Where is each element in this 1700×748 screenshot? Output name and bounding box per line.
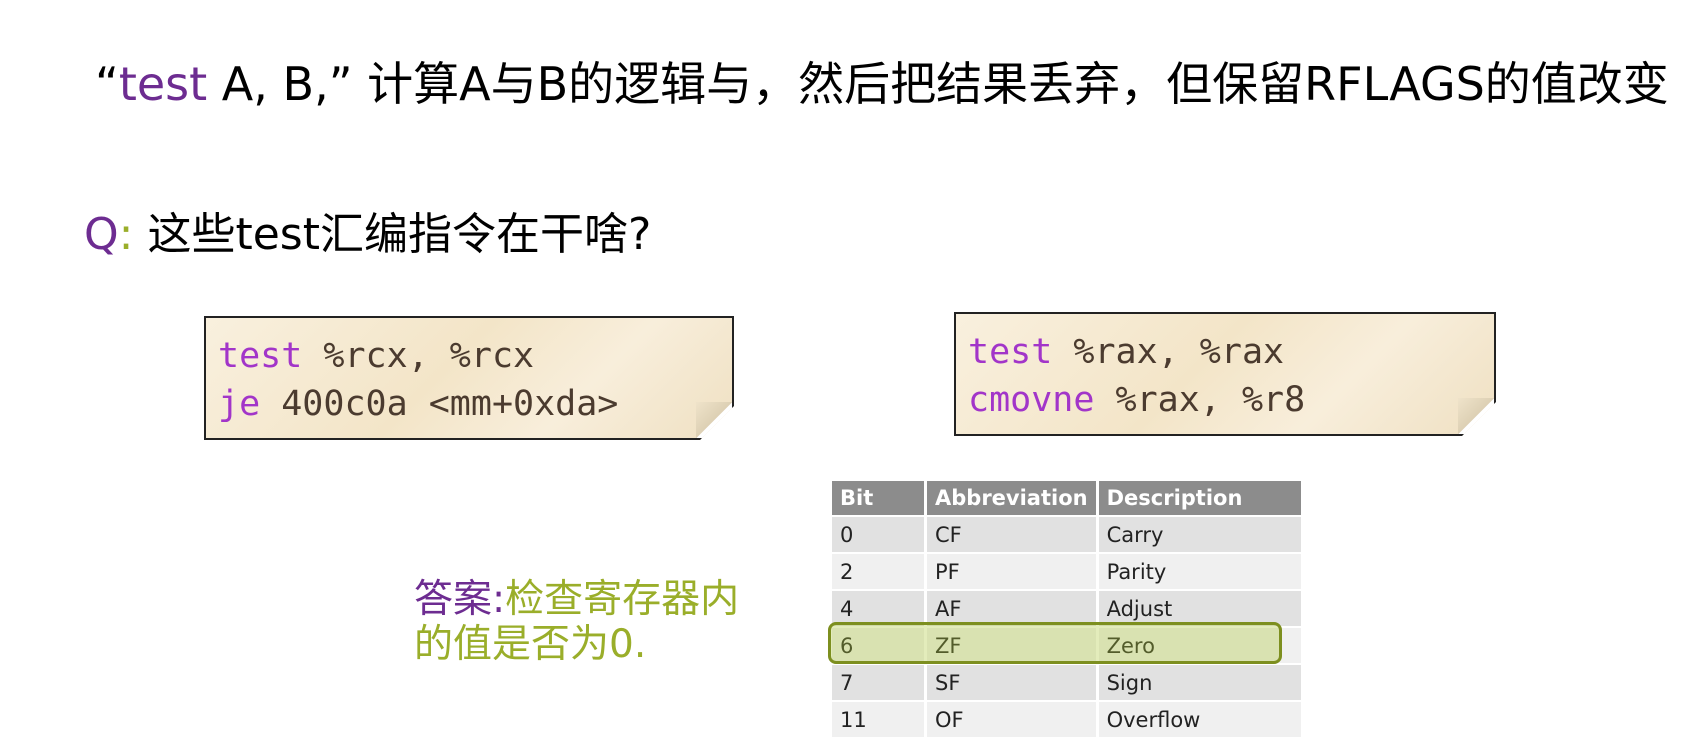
answer: 答案:检查寄存器内 的值是否为0. bbox=[414, 577, 739, 667]
cell-description: Sign bbox=[1097, 663, 1304, 701]
table-row: 11 OF Overflow bbox=[832, 700, 1304, 737]
table-row: 7 SF Sign bbox=[832, 663, 1304, 701]
code-line: je 400c0a <mm+0xda> bbox=[218, 380, 720, 428]
code-args: 400c0a <mm+0xda> bbox=[260, 384, 619, 424]
table-row: 0 CF Carry bbox=[832, 515, 1304, 553]
answer-text-1: 检查寄存器内 bbox=[505, 577, 740, 622]
cell-abbreviation: PF bbox=[925, 552, 1099, 590]
rflags-table: Bit Abbreviation Description 0 CF Carry … bbox=[832, 481, 1304, 737]
code-note-left: test %rcx, %rcx je 400c0a <mm+0xda> bbox=[204, 316, 734, 440]
cell-bit: 2 bbox=[832, 552, 927, 590]
title-open-quote: “ bbox=[95, 57, 119, 111]
page-curl-icon bbox=[696, 402, 732, 438]
cell-bit: 0 bbox=[832, 515, 927, 553]
cell-bit: 7 bbox=[832, 663, 927, 701]
page-curl-icon bbox=[1458, 398, 1494, 434]
code-args: %rcx, %rcx bbox=[302, 336, 535, 376]
code-line: test %rcx, %rcx bbox=[218, 332, 720, 380]
question-label: Q bbox=[84, 209, 119, 260]
cell-description: Carry bbox=[1097, 515, 1304, 553]
answer-label: 答案: bbox=[414, 577, 506, 622]
code-opcode: je bbox=[218, 384, 261, 424]
code-line: cmovne %rax, %r8 bbox=[968, 376, 1482, 424]
title-rest: A, B,” 计算A与B的逻辑与，然后把结果丢弃，但保留RFLAGS的值改变 bbox=[207, 57, 1669, 111]
table-row: 2 PF Parity bbox=[832, 552, 1304, 590]
answer-line-1: 答案:检查寄存器内 bbox=[414, 577, 739, 622]
slide-title: “test A, B,” 计算A与B的逻辑与，然后把结果丢弃，但保留RFLAGS… bbox=[95, 52, 1669, 116]
header-abbreviation: Abbreviation bbox=[925, 481, 1099, 516]
question: Q: 这些test汇编指令在干啥? bbox=[84, 205, 651, 265]
cell-abbreviation: CF bbox=[925, 515, 1099, 553]
cell-description: Overflow bbox=[1097, 700, 1304, 737]
header-bit: Bit bbox=[832, 481, 927, 516]
code-args: %rax, %r8 bbox=[1094, 380, 1306, 420]
table-header-row: Bit Abbreviation Description bbox=[832, 481, 1304, 516]
cell-description: Parity bbox=[1097, 552, 1304, 590]
code-note-right: test %rax, %rax cmovne %rax, %r8 bbox=[954, 312, 1496, 436]
code-opcode: test bbox=[218, 336, 303, 376]
question-text: 这些test汇编指令在干啥? bbox=[147, 209, 652, 260]
zf-row-highlight bbox=[828, 622, 1282, 664]
question-colon: : bbox=[118, 209, 134, 260]
code-line: test %rax, %rax bbox=[968, 328, 1482, 376]
header-description: Description bbox=[1097, 481, 1304, 516]
cell-abbreviation: OF bbox=[925, 700, 1099, 737]
code-opcode: cmovne bbox=[968, 380, 1095, 420]
cell-bit: 11 bbox=[832, 700, 927, 737]
answer-text-2: 的值是否为0. bbox=[414, 622, 647, 667]
code-opcode: test bbox=[968, 332, 1053, 372]
title-keyword: test bbox=[118, 57, 208, 111]
code-args: %rax, %rax bbox=[1052, 332, 1285, 372]
cell-abbreviation: SF bbox=[925, 663, 1099, 701]
